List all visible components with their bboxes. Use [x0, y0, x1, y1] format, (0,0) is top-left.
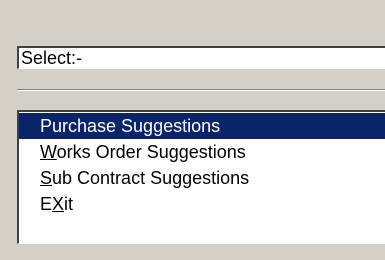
menu-item-label: Purchase Suggestions: [40, 116, 221, 136]
mnemonic-letter: X: [52, 194, 65, 214]
menu-item-works-order-suggestions[interactable]: Works Order Suggestions: [19, 139, 385, 165]
select-field-text: Select:-: [21, 48, 83, 68]
mnemonic-letter: W: [40, 142, 57, 162]
mnemonic-letter: S: [40, 168, 53, 188]
menu-list[interactable]: Purchase Suggestions Works Order Suggest…: [17, 110, 385, 244]
select-field[interactable]: Select:-: [17, 46, 385, 69]
menu-item-label: Works Order Suggestions: [40, 142, 246, 162]
menu-item-sub-contract-suggestions[interactable]: Sub Contract Suggestions: [19, 165, 385, 191]
menu-item-exit[interactable]: EXit: [19, 191, 385, 217]
menu-item-label: Sub Contract Suggestions: [40, 168, 250, 188]
menu-item-purchase-suggestions[interactable]: Purchase Suggestions: [19, 113, 385, 139]
separator: [17, 89, 385, 91]
menu-item-label: EXit: [40, 194, 74, 214]
